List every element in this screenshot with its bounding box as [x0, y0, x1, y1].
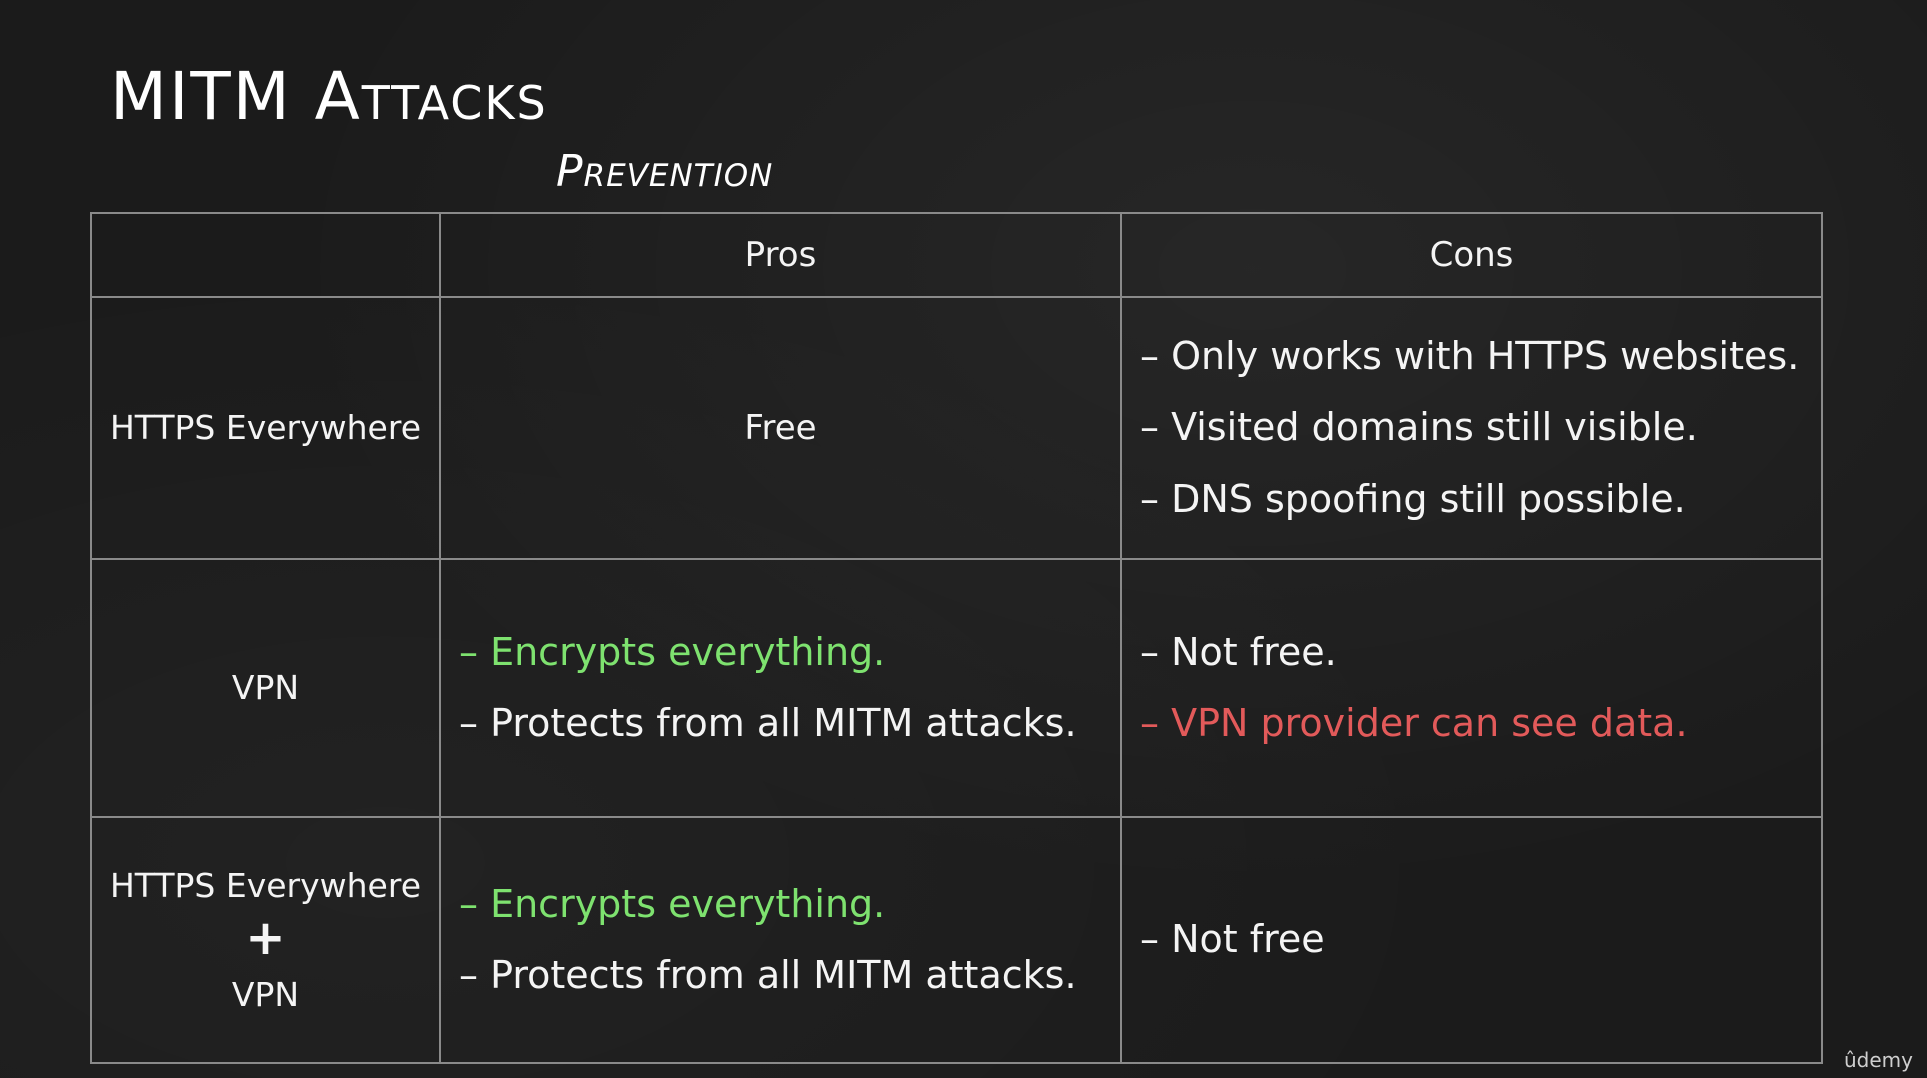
cons-cell: – Not free. – VPN provider can see data. — [1120, 558, 1823, 818]
row-label-text: HTTPS Everywhere — [109, 408, 422, 448]
cons-cell: – Not free — [1120, 816, 1823, 1064]
slide-title: MITM Attacks — [110, 58, 548, 135]
cons-list: – Not free. – VPN provider can see data. — [1122, 629, 1821, 748]
pros-item: – Protects from all MITM attacks. — [459, 701, 1077, 745]
table-header-row: Pros Cons — [90, 212, 1823, 298]
plus-sign: + — [245, 910, 286, 967]
cons-item: – Not free. — [1140, 629, 1337, 674]
pros-cell: – Encrypts everything. – Protects from a… — [439, 558, 1122, 818]
cons-cell: – Only works with HTTPS websites. – Visi… — [1120, 296, 1823, 560]
pros-item: Free — [744, 408, 817, 448]
cons-item: – Not free — [1140, 917, 1325, 962]
row-label-text: VPN — [231, 974, 300, 1014]
pros-item-highlighted: – Encrypts everything. — [459, 629, 886, 674]
pros-item: – Protects from all MITM attacks. — [459, 953, 1077, 997]
header-pros: Pros — [439, 212, 1122, 298]
row-label: HTTPS Everywhere — [90, 296, 441, 560]
row-label: HTTPS Everywhere + VPN — [90, 816, 441, 1064]
cons-list: – Not free — [1122, 916, 1821, 964]
header-cons: Cons — [1120, 212, 1823, 298]
cons-item: – Visited domains still visible. — [1140, 405, 1698, 450]
table-row-https-everywhere: HTTPS Everywhere Free – Only works with … — [90, 296, 1823, 560]
pros-cell: Free — [439, 296, 1122, 560]
pros-list: – Encrypts everything. – Protects from a… — [441, 881, 1120, 1000]
slide-subtitle: Prevention — [556, 146, 774, 197]
udemy-watermark-logo: ûdemy — [1844, 1048, 1913, 1072]
header-empty-cell — [90, 212, 441, 298]
table-row-vpn: VPN – Encrypts everything. – Protects fr… — [90, 558, 1823, 818]
comparison-table: Pros Cons HTTPS Everywhere Free – Only w… — [90, 212, 1823, 1064]
cons-item: – DNS spoofing still possible. — [1140, 476, 1686, 521]
pros-cell: – Encrypts everything. – Protects from a… — [439, 816, 1122, 1064]
cons-item: – Only works with HTTPS websites. — [1140, 333, 1800, 378]
row-label-text: VPN — [231, 668, 300, 708]
pros-item-highlighted: – Encrypts everything. — [459, 881, 886, 926]
table-row-https-everywhere-plus-vpn: HTTPS Everywhere + VPN – Encrypts everyt… — [90, 816, 1823, 1064]
cons-list: – Only works with HTTPS websites. – Visi… — [1122, 333, 1821, 524]
row-label: VPN — [90, 558, 441, 818]
comparison-table-wrapper: Pros Cons HTTPS Everywhere Free – Only w… — [90, 212, 1823, 1064]
row-label-text: HTTPS Everywhere — [109, 865, 422, 905]
cons-item-highlighted: – VPN provider can see data. — [1140, 701, 1688, 745]
pros-list: – Encrypts everything. – Protects from a… — [441, 629, 1120, 748]
